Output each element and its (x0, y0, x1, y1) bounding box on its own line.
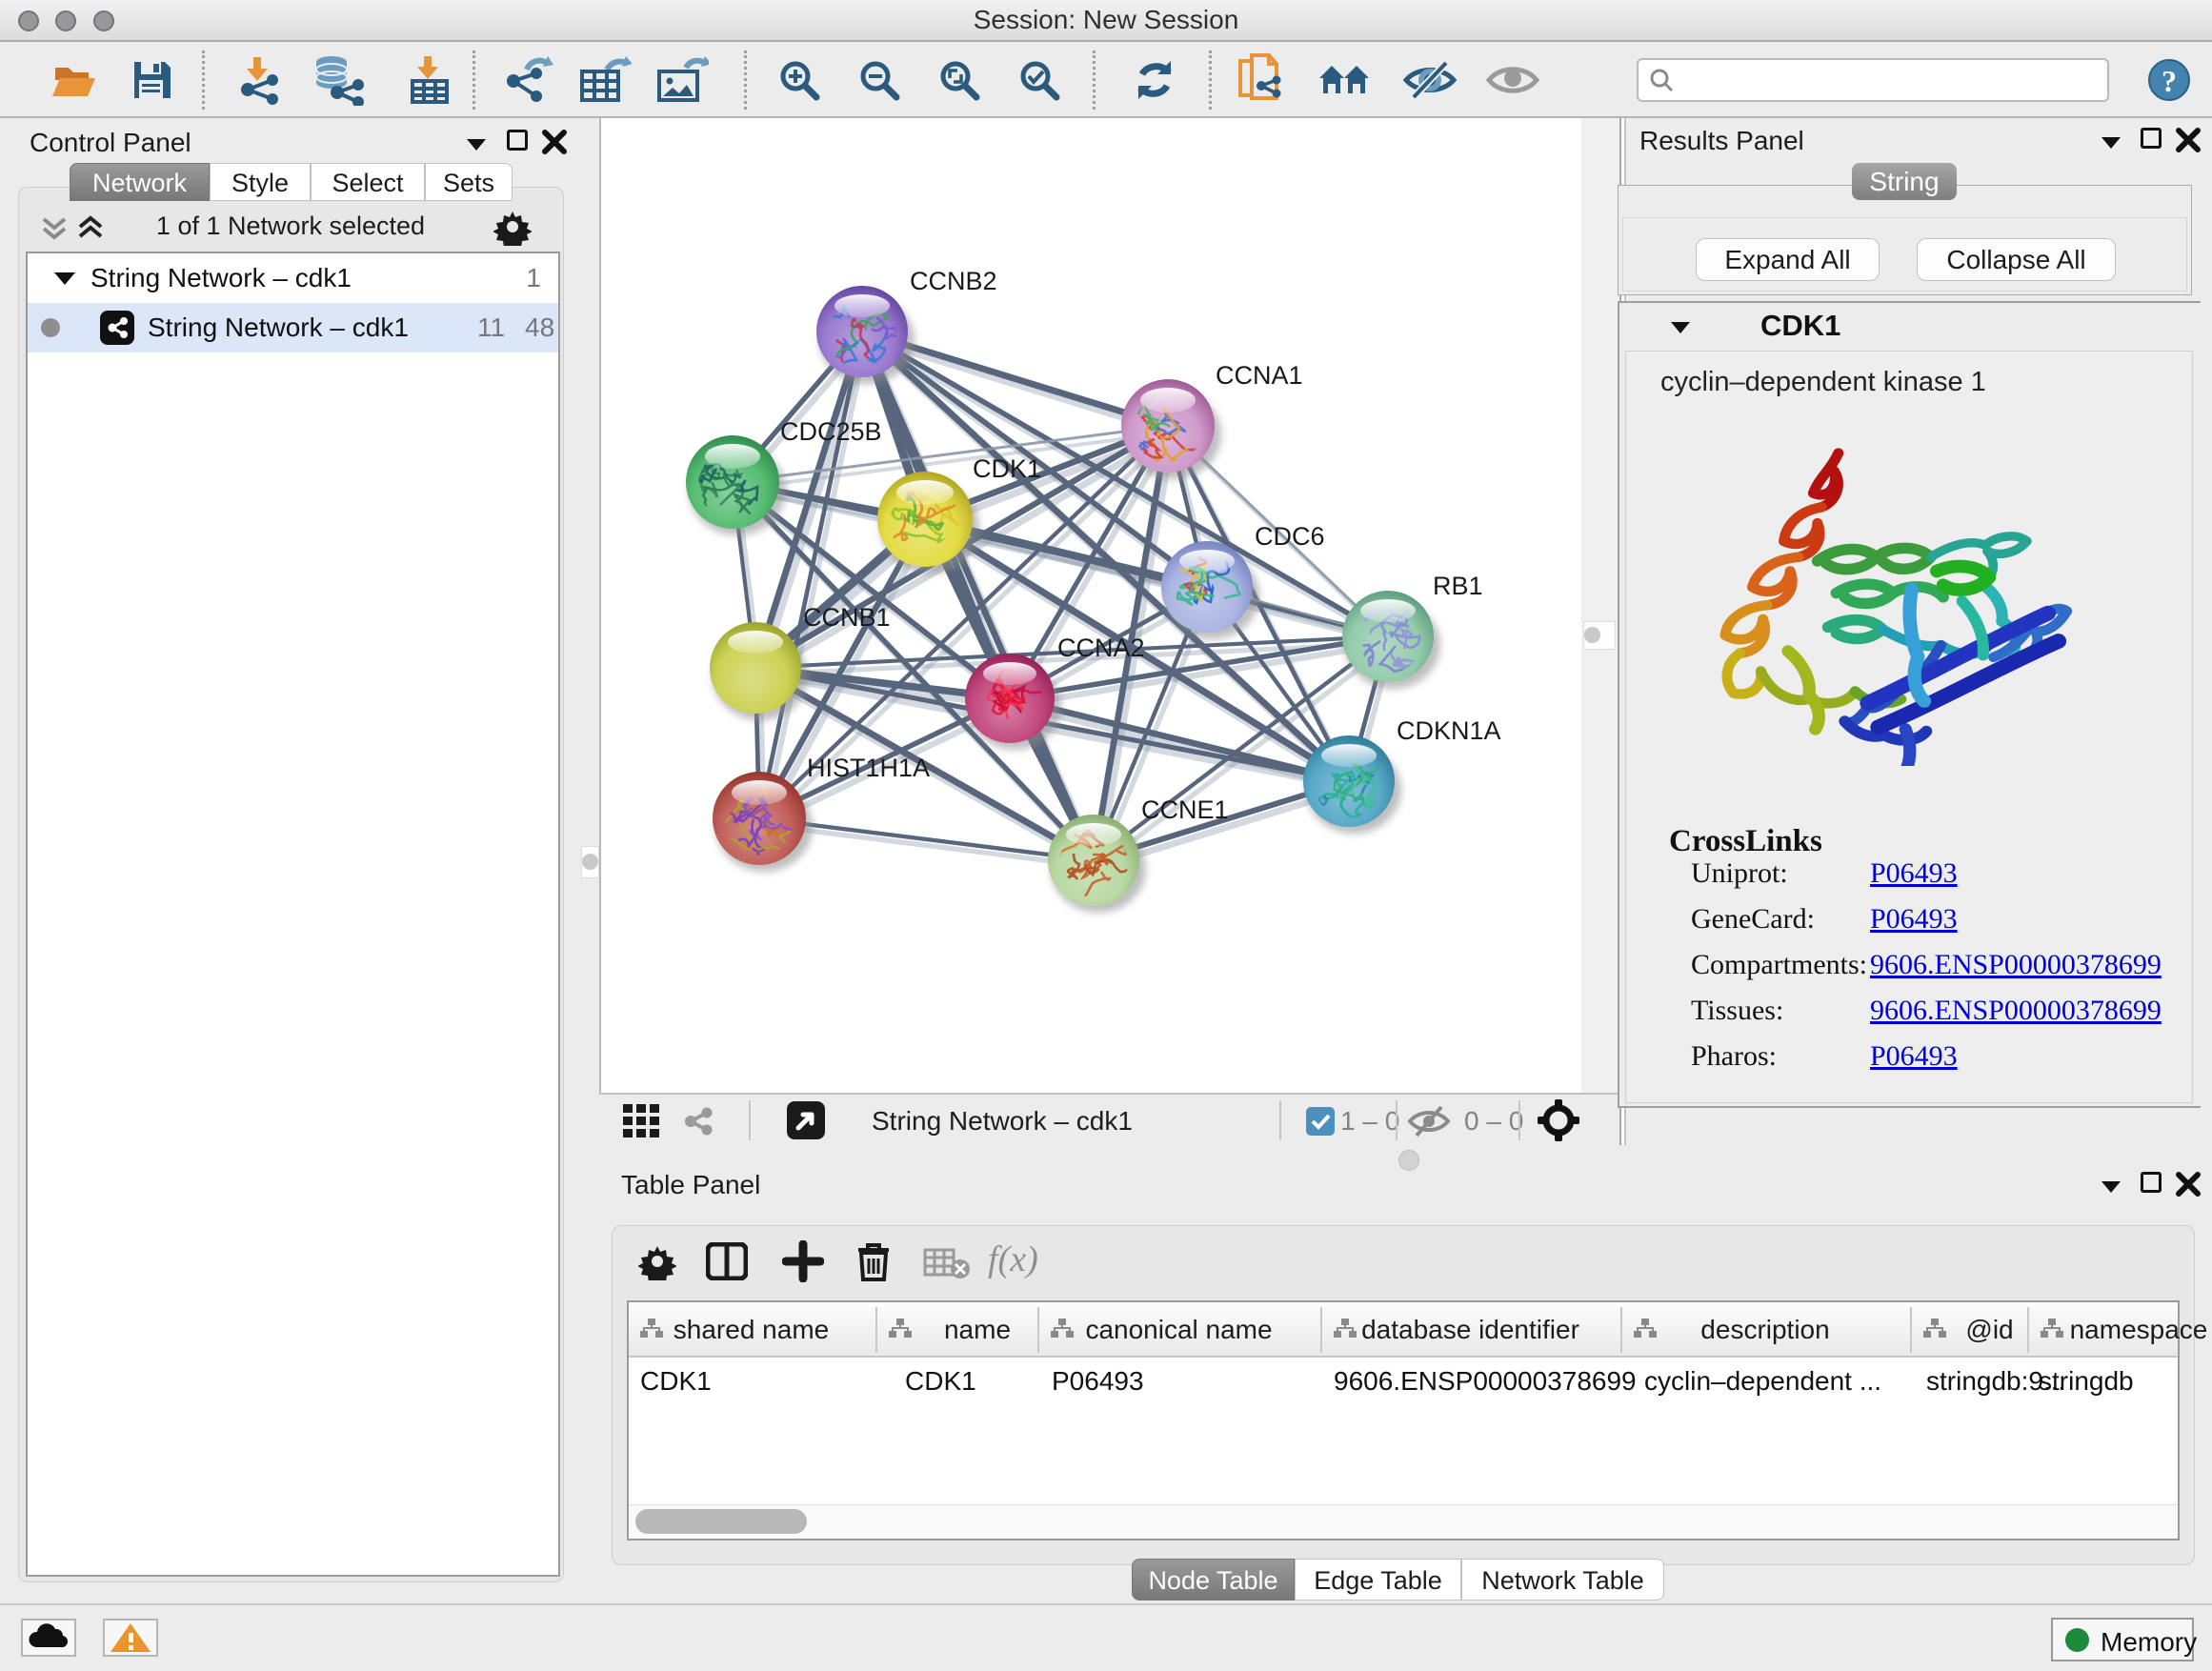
svg-text:CDC6: CDC6 (1255, 522, 1325, 551)
svg-text:HIST1H1A: HIST1H1A (807, 754, 930, 782)
svg-text:CDC25B: CDC25B (780, 417, 882, 446)
svg-text:CCNB1: CCNB1 (803, 603, 891, 632)
svg-text:CDKN1A: CDKN1A (1397, 716, 1501, 745)
svg-text:CCNE1: CCNE1 (1141, 795, 1229, 824)
svg-text:RB1: RB1 (1433, 572, 1483, 600)
svg-text:CCNB2: CCNB2 (910, 267, 997, 295)
svg-text:CCNA2: CCNA2 (1057, 634, 1145, 662)
svg-text:CDK1: CDK1 (973, 454, 1041, 483)
svg-text:CCNA1: CCNA1 (1216, 361, 1303, 390)
